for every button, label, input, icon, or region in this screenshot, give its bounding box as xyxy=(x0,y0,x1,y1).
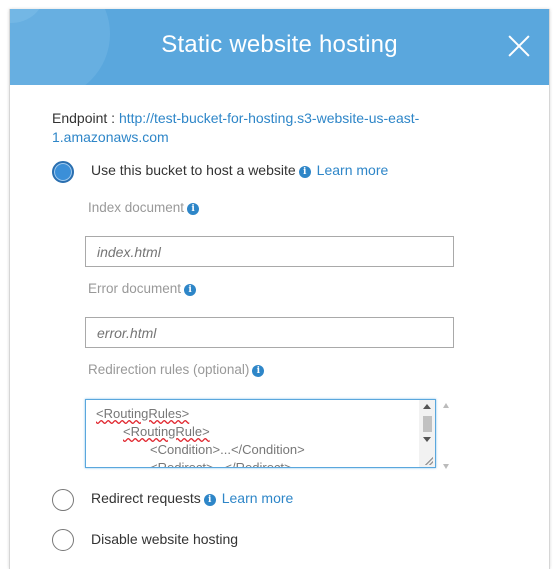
host-learn-more-link[interactable]: Learn more xyxy=(317,162,389,178)
redirection-rules-label: Redirection rules (optional) i xyxy=(88,362,265,377)
error-document-input[interactable] xyxy=(85,317,454,348)
page-scrollbar[interactable] xyxy=(440,399,453,471)
static-website-hosting-dialog: Static website hosting Endpoint : http:/… xyxy=(9,9,550,569)
disable-hosting-label: Disable website hosting xyxy=(91,531,239,547)
code-line: <Redirect>...</Redirect> xyxy=(150,460,292,468)
index-document-input[interactable] xyxy=(85,236,454,267)
host-website-radio[interactable] xyxy=(52,161,74,183)
scroll-up-arrow-icon[interactable] xyxy=(443,403,449,408)
info-icon[interactable]: i xyxy=(187,203,200,215)
endpoint-text: Endpoint : http://test-bucket-for-hostin… xyxy=(52,109,432,147)
close-icon[interactable] xyxy=(507,34,531,58)
endpoint-label: Endpoint : xyxy=(52,110,119,126)
redirect-requests-label: Redirect requests xyxy=(91,490,201,506)
host-website-option: Use this bucket to host a website i Learn … xyxy=(91,162,388,178)
error-document-label: Error document i xyxy=(88,281,197,296)
info-icon[interactable]: i xyxy=(203,494,216,506)
index-document-label: Index document i xyxy=(88,200,200,215)
info-icon[interactable]: i xyxy=(298,166,311,178)
code-line: <RoutingRule> xyxy=(123,424,210,439)
info-icon[interactable]: i xyxy=(252,365,265,377)
scroll-down-arrow-icon[interactable] xyxy=(443,464,449,469)
disable-hosting-radio[interactable] xyxy=(52,529,74,551)
resize-grip-icon[interactable] xyxy=(425,457,433,465)
dialog-title: Static website hosting xyxy=(161,31,398,58)
dialog-header: Static website hosting xyxy=(10,9,549,85)
host-website-label: Use this bucket to host a website xyxy=(91,162,296,178)
scroll-up-arrow-icon[interactable] xyxy=(423,404,431,409)
redirect-learn-more-link[interactable]: Learn more xyxy=(222,490,294,506)
scrollbar-thumb[interactable] xyxy=(423,416,432,432)
redirect-requests-option: Redirect requests i Learn more xyxy=(91,490,293,506)
scroll-down-arrow-icon[interactable] xyxy=(423,437,431,442)
code-line: <Condition>...</Condition> xyxy=(150,442,305,457)
code-line: <RoutingRules> xyxy=(96,406,190,421)
redirection-rules-textarea[interactable]: <RoutingRules> <RoutingRule> <Condition>… xyxy=(85,399,436,468)
info-icon[interactable]: i xyxy=(184,284,197,296)
redirect-requests-radio[interactable] xyxy=(52,489,74,511)
